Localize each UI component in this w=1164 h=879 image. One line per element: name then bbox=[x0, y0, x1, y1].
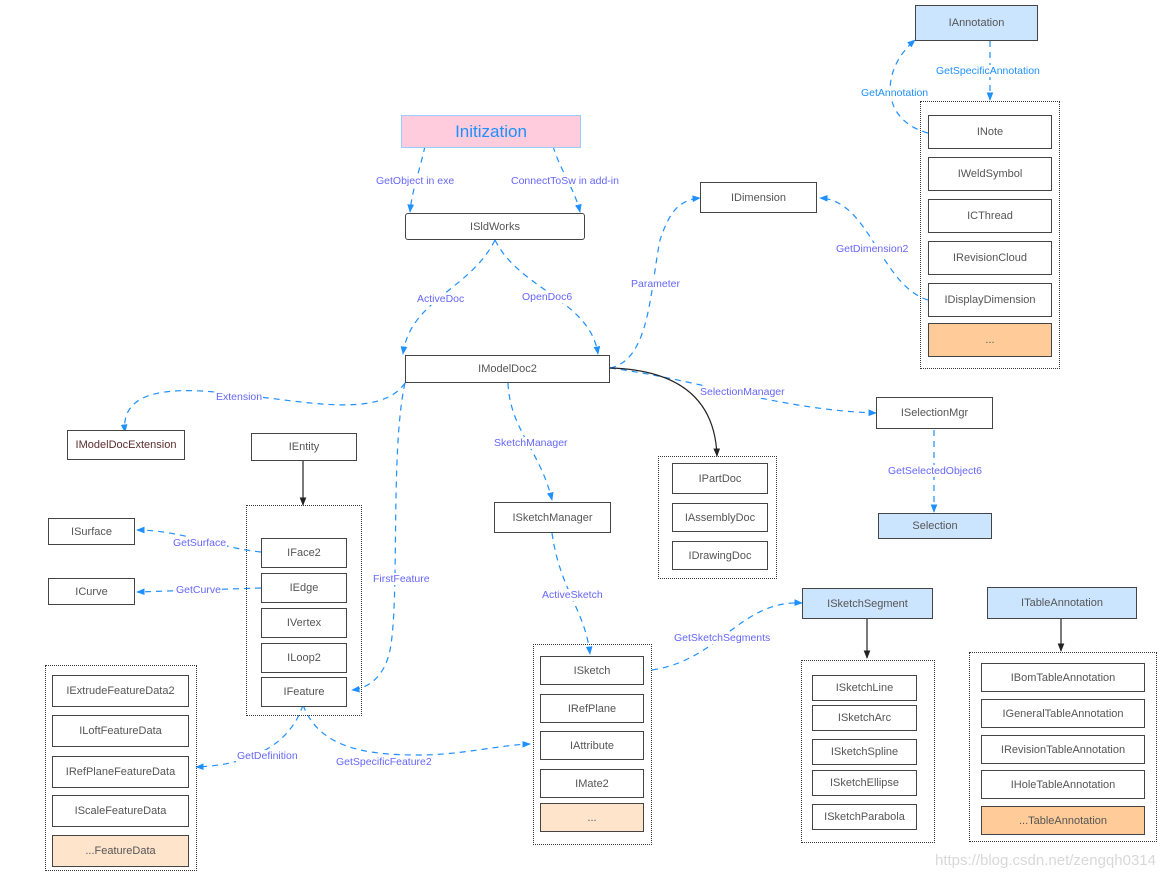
node-inote[interactable]: INote bbox=[928, 115, 1052, 149]
node-irevisioncloud[interactable]: IRevisionCloud bbox=[928, 241, 1052, 275]
node-irefplane[interactable]: IRefPlane bbox=[540, 694, 644, 723]
label-getannotation: GetAnnotation bbox=[860, 87, 930, 99]
label-getspecificannotation: GetSpecificAnnotation bbox=[935, 65, 1041, 77]
node-imodeldoc2[interactable]: IModelDoc2 bbox=[405, 355, 610, 383]
label-getdefinition: GetDefinition bbox=[236, 750, 299, 762]
label-selectionmanager: SelectionManager bbox=[699, 386, 786, 398]
node-iannotation[interactable]: IAnnotation bbox=[915, 5, 1038, 41]
node-itableannotation[interactable]: ITableAnnotation bbox=[987, 587, 1137, 619]
node-isketcharc[interactable]: ISketchArc bbox=[812, 705, 917, 731]
node-irefplanefeaturedata[interactable]: IRefPlaneFeatureData bbox=[52, 756, 189, 788]
node-iloop2[interactable]: ILoop2 bbox=[261, 643, 347, 673]
node-iweldsymbol[interactable]: IWeldSymbol bbox=[928, 157, 1052, 191]
node-iattribute[interactable]: IAttribute bbox=[540, 731, 644, 760]
label-firstfeature: FirstFeature bbox=[372, 573, 431, 585]
edge-extension bbox=[120, 382, 406, 433]
node-idimension[interactable]: IDimension bbox=[700, 182, 817, 213]
node-isketchspline[interactable]: ISketchSpline bbox=[812, 739, 917, 765]
label-connecttosw: ConnectToSw in add-in bbox=[510, 175, 620, 187]
node-isurface[interactable]: ISurface bbox=[48, 518, 135, 545]
label-opendoc6: OpenDoc6 bbox=[521, 291, 574, 303]
node-sketch-more[interactable]: ... bbox=[540, 803, 644, 832]
node-isketchsegment[interactable]: ISketchSegment bbox=[802, 588, 933, 619]
node-ipartdoc[interactable]: IPartDoc bbox=[672, 463, 768, 494]
node-iedge[interactable]: IEdge bbox=[261, 573, 347, 603]
label-getselectedobject6: GetSelectedObject6 bbox=[887, 465, 983, 477]
node-idisplaydimension[interactable]: IDisplayDimension bbox=[928, 283, 1052, 317]
node-iscalefeaturedata[interactable]: IScaleFeatureData bbox=[52, 795, 189, 827]
node-isketchline[interactable]: ISketchLine bbox=[812, 675, 917, 701]
node-icurve[interactable]: ICurve bbox=[48, 578, 135, 605]
label-getsurface: GetSurface bbox=[172, 537, 228, 549]
label-extension: Extension bbox=[215, 391, 264, 403]
node-ientity[interactable]: IEntity bbox=[251, 433, 357, 461]
edge-imodeldoc2-to-docs bbox=[609, 367, 721, 457]
node-igeneraltableannotation[interactable]: IGeneralTableAnnotation bbox=[981, 699, 1145, 728]
label-getsketchsegments: GetSketchSegments bbox=[673, 632, 772, 644]
node-isldworks[interactable]: ISldWorks bbox=[405, 213, 585, 240]
node-isketchellipse[interactable]: ISketchEllipse bbox=[812, 770, 917, 796]
node-imodeldocextension[interactable]: IModelDocExtension bbox=[67, 430, 185, 460]
node-irevisiontableannotation[interactable]: IRevisionTableAnnotation bbox=[981, 735, 1145, 764]
node-iassemblydoc[interactable]: IAssemblyDoc bbox=[672, 503, 768, 532]
node-selection[interactable]: Selection bbox=[878, 513, 992, 539]
node-isketchparabola[interactable]: ISketchParabola bbox=[812, 804, 917, 830]
node-ifeature[interactable]: IFeature bbox=[261, 677, 347, 707]
label-parameter: Parameter bbox=[630, 278, 682, 290]
node-featuredata-more[interactable]: ...FeatureData bbox=[52, 835, 189, 867]
node-isketchmanager[interactable]: ISketchManager bbox=[494, 502, 611, 533]
label-getcurve: GetCurve bbox=[175, 584, 222, 596]
node-iface2[interactable]: IFace2 bbox=[261, 538, 347, 568]
node-icthread[interactable]: ICThread bbox=[928, 199, 1052, 233]
node-tableannotation-more[interactable]: ...TableAnnotation bbox=[981, 806, 1145, 835]
watermark: https://blog.csdn.net/zengqh0314 bbox=[934, 852, 1156, 869]
diagram-canvas: Initization ISldWorks IModelDoc2 IDimens… bbox=[0, 0, 1164, 879]
node-initization[interactable]: Initization bbox=[401, 115, 581, 148]
node-imate2[interactable]: IMate2 bbox=[540, 769, 644, 798]
node-ibomtableannotation[interactable]: IBomTableAnnotation bbox=[981, 663, 1145, 692]
node-iextrudefeaturedata2[interactable]: IExtrudeFeatureData2 bbox=[52, 675, 189, 707]
node-annotation-more[interactable]: ... bbox=[928, 323, 1052, 357]
label-getobject: GetObject in exe bbox=[375, 175, 456, 187]
label-activesketch: ActiveSketch bbox=[541, 589, 604, 601]
node-iholetableannotation[interactable]: IHoleTableAnnotation bbox=[981, 770, 1145, 799]
node-idrawingdoc[interactable]: IDrawingDoc bbox=[672, 541, 768, 570]
node-ivertex[interactable]: IVertex bbox=[261, 608, 347, 638]
label-sketchmanager: SketchManager bbox=[493, 437, 569, 449]
label-getdimension2: GetDimension2 bbox=[835, 243, 910, 255]
label-getspecificfeature2: GetSpecificFeature2 bbox=[335, 756, 433, 768]
node-iselectionmgr[interactable]: ISelectionMgr bbox=[876, 397, 993, 429]
node-isketch[interactable]: ISketch bbox=[540, 656, 644, 685]
label-activedoc: ActiveDoc bbox=[416, 293, 466, 305]
node-iloftfeaturedata[interactable]: ILoftFeatureData bbox=[52, 715, 189, 747]
